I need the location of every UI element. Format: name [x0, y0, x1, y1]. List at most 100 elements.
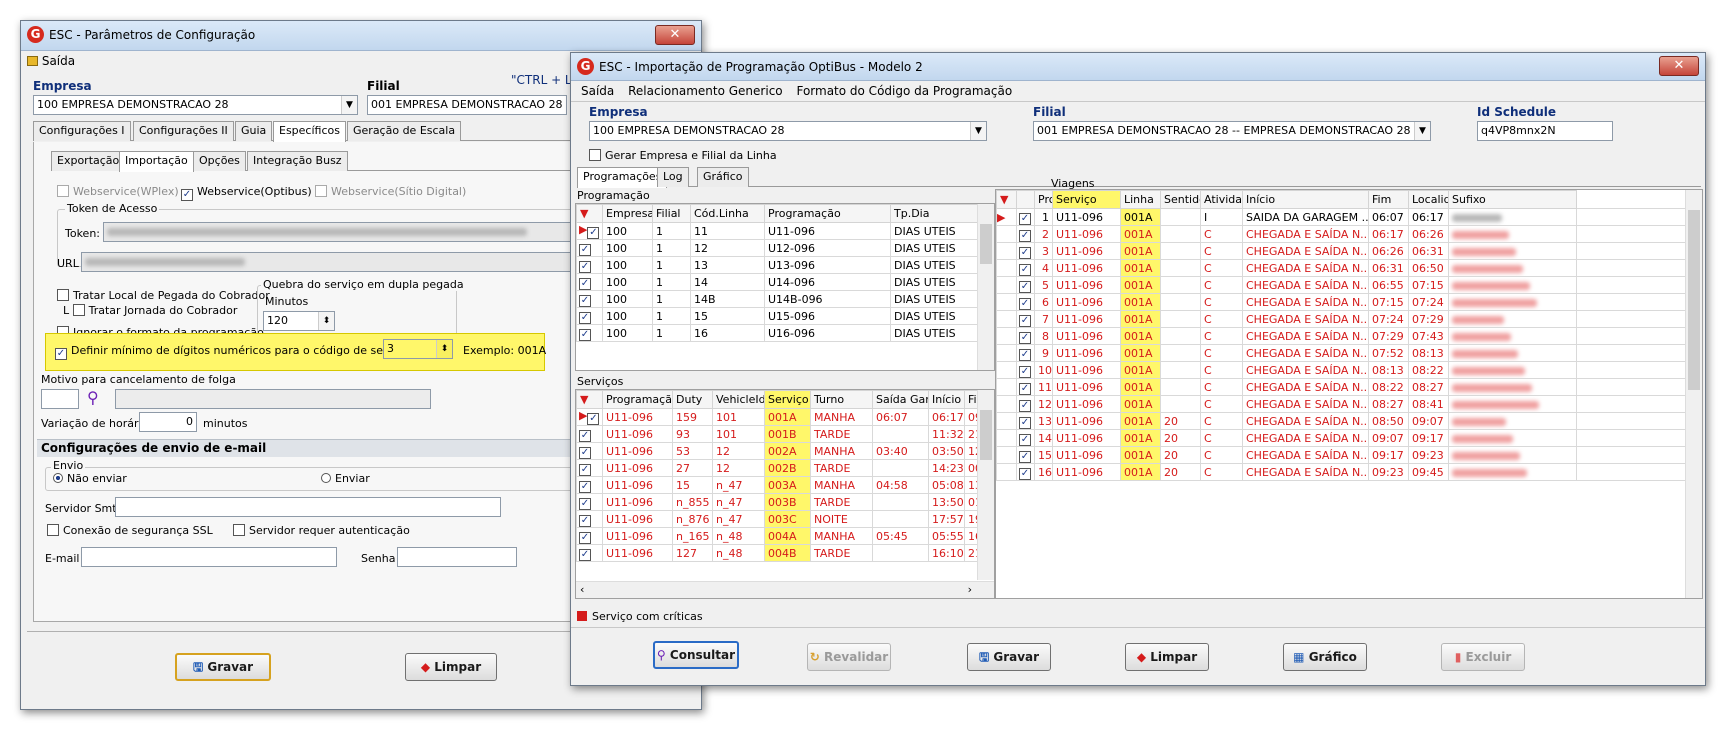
tab-programacoes[interactable]: Programações: [577, 167, 668, 188]
table-row[interactable]: ✓ 3 U11-096 001A C CHEGADA E SAÍDA N... 06:26 0…: [996, 242, 1687, 260]
table-row[interactable]: ✓U11-09693101001BTARDE11:3221:55: [576, 425, 994, 443]
spin-icon[interactable]: ⬍: [436, 340, 452, 358]
table-row[interactable]: ✓U11-096n_165n_48004AMANHA05:4505:5516:0…: [576, 527, 994, 545]
table-row[interactable]: ✓ 13 U11-096 001A 20 C CHEGADA E SAÍDA N... 08:…: [996, 412, 1687, 430]
menu-saida[interactable]: Saída: [581, 84, 614, 98]
prog-header-3[interactable]: Programação: [764, 204, 891, 223]
table-row[interactable]: ✓ 15 U11-096 001A 20 C CHEGADA E SAÍDA N... 09:…: [996, 446, 1687, 464]
tab-guia[interactable]: Guia: [235, 121, 273, 141]
motivo-code-input[interactable]: [41, 389, 79, 409]
digitos-stepper[interactable]: 3 ⬍: [383, 339, 453, 359]
empresa-select[interactable]: 100 EMPRESA DEMONSTRACAO 28 ▼: [589, 121, 987, 141]
minutos-stepper[interactable]: 120 ⬍: [263, 311, 335, 331]
tratar-jornada-checkbox[interactable]: L Tratar Jornada do Cobrador: [63, 304, 237, 317]
row-checkbox[interactable]: ✓: [1016, 259, 1035, 277]
table-row[interactable]: ▶ ✓ 100 1 11 U11-096 DIAS UTEIS: [576, 222, 979, 240]
table-row[interactable]: ✓ 100 1 16 U16-096 DIAS UTEIS: [576, 324, 979, 342]
serv-header-5[interactable]: Saída Gar.: [872, 390, 929, 409]
subtab-importacao[interactable]: Importação: [119, 151, 194, 172]
table-row[interactable]: ✓U11-0962712002BTARDE14:2300:45: [576, 459, 994, 477]
serv-header-0[interactable]: Programação: [602, 390, 673, 409]
tab-especificos[interactable]: Específicos: [273, 121, 346, 142]
row-select[interactable]: ✓: [576, 256, 603, 274]
schedule-input[interactable]: q4VP8mnx2N: [1477, 121, 1613, 141]
table-row[interactable]: ✓ 100 1 15 U15-096 DIAS UTEIS: [576, 307, 979, 325]
table-row[interactable]: ✓U11-096127n_48004BTARDE16:1021:00: [576, 544, 994, 562]
row-checkbox[interactable]: ✓: [1016, 293, 1035, 311]
table-row[interactable]: ✓U11-09615n_47003AMANHA04:5805:0813:40: [576, 476, 994, 494]
serv-header-1[interactable]: Duty: [672, 390, 713, 409]
prog-header-2[interactable]: Cód.Linha: [690, 204, 765, 223]
limpar-button[interactable]: ◆ Limpar: [1125, 643, 1209, 671]
viag-header-6[interactable]: Fim: [1368, 190, 1409, 209]
ssl-checkbox[interactable]: Conexão de segurança SSL: [47, 524, 213, 537]
row-checkbox[interactable]: ✓: [1016, 463, 1035, 481]
serv-header-6[interactable]: Início: [928, 390, 965, 409]
tab-configuracoes-ii[interactable]: Configurações II: [133, 121, 234, 141]
row-checkbox[interactable]: ✓: [1016, 327, 1035, 345]
table-row[interactable]: ✓ 5 U11-096 001A C CHEGADA E SAÍDA N... 06:55 0…: [996, 276, 1687, 294]
row-select[interactable]: ✓: [576, 544, 603, 562]
subtab-opcoes[interactable]: Opções: [193, 151, 246, 171]
nao-enviar-radio[interactable]: Não enviar: [53, 472, 127, 485]
row-checkbox[interactable]: ✓: [1016, 395, 1035, 413]
viag-header-4[interactable]: Atividade: [1200, 190, 1243, 209]
filial-select[interactable]: 001 EMPRESA DEMONSTRACAO 28 -- EMPRESA D…: [1033, 121, 1431, 141]
row-checkbox[interactable]: ✓: [1016, 276, 1035, 294]
table-row[interactable]: ✓ 14 U11-096 001A 20 C CHEGADA E SAÍDA N... 09:…: [996, 429, 1687, 447]
variacao-input[interactable]: 0: [139, 412, 197, 432]
tab-geracao-escala[interactable]: Geração de Escala: [347, 121, 462, 141]
gerar-empresa-checkbox[interactable]: Gerar Empresa e Filial da Linha: [589, 149, 777, 162]
viag-header-1[interactable]: Serviço: [1052, 190, 1121, 209]
limpar-button[interactable]: ◆ Limpar: [405, 653, 497, 681]
serv-header-3[interactable]: Serviço: [764, 390, 811, 409]
excluir-button[interactable]: ▮ Excluir: [1441, 643, 1525, 671]
serv-header-2[interactable]: VehicleId: [712, 390, 765, 409]
servidor-smtp-input[interactable]: [115, 497, 501, 517]
table-row[interactable]: ✓ 4 U11-096 001A C CHEGADA E SAÍDA N... 06:31 0…: [996, 259, 1687, 277]
ws-optibus-checkbox[interactable]: ✓ Webservice(Optibus): [181, 185, 312, 201]
programacao-scrollbar[interactable]: [977, 204, 994, 370]
prog-header-0[interactable]: Empresa: [602, 204, 653, 223]
grafico-button[interactable]: ▦ Gráfico: [1283, 643, 1367, 671]
row-select[interactable]: ✓: [576, 476, 603, 494]
revalidar-button[interactable]: ↻ Revalidar: [807, 643, 891, 671]
row-select[interactable]: ✓: [576, 510, 603, 528]
row-select[interactable]: ✓: [576, 493, 603, 511]
table-row[interactable]: ✓ 100 1 14B U14B-096 DIAS UTEIS: [576, 290, 979, 308]
table-row[interactable]: ✓ 100 1 12 U12-096 DIAS UTEIS: [576, 239, 979, 257]
row-select[interactable]: ✓: [576, 239, 603, 257]
table-row[interactable]: ✓U11-096n_855n_47003BTARDE13:5001:15: [576, 493, 994, 511]
row-select[interactable]: ✓: [576, 290, 603, 308]
prog-header-4[interactable]: Tp.Dia: [890, 204, 979, 223]
row-checkbox[interactable]: ✓: [1016, 446, 1035, 464]
row-checkbox[interactable]: ✓: [1016, 412, 1035, 430]
row-select[interactable]: ✓: [576, 324, 603, 342]
table-row[interactable]: ✓ 100 1 14 U14-096 DIAS UTEIS: [576, 273, 979, 291]
spin-icon[interactable]: ⬍: [318, 312, 334, 330]
viag-header-8[interactable]: Sufixo: [1448, 190, 1577, 209]
table-row[interactable]: ✓U11-096n_876n_47003CNOITE17:5719:00: [576, 510, 994, 528]
ws-wplex-checkbox[interactable]: Webservice(WPlex): [57, 185, 179, 198]
table-row[interactable]: ✓ 2 U11-096 001A C CHEGADA E SAÍDA N... 06:17 0…: [996, 225, 1687, 243]
search-icon[interactable]: ⚲: [87, 388, 99, 407]
row-checkbox[interactable]: ✓: [1016, 344, 1035, 362]
row-select[interactable]: ✓: [576, 442, 603, 460]
menu-formato-codigo[interactable]: Formato do Código da Programação: [796, 84, 1012, 98]
row-checkbox[interactable]: ✓: [1016, 208, 1035, 226]
table-row[interactable]: ✓ 9 U11-096 001A C CHEGADA E SAÍDA N... 07:52 0…: [996, 344, 1687, 362]
table-row[interactable]: ▶✓U11-096159101001AMANHA06:0706:1709:45: [576, 408, 994, 426]
table-row[interactable]: ✓ 16 U11-096 001A 20 C CHEGADA E SAÍDA N... 09:…: [996, 463, 1687, 481]
row-select[interactable]: ✓: [576, 273, 603, 291]
row-checkbox[interactable]: ✓: [1016, 242, 1035, 260]
viag-header-3[interactable]: Sentido: [1160, 190, 1201, 209]
ws-sitio-checkbox[interactable]: Webservice(Sítio Digital): [315, 185, 466, 198]
autenticacao-checkbox[interactable]: Servidor requer autenticação: [233, 524, 410, 537]
table-row[interactable]: ✓ 11 U11-096 001A C CHEGADA E SAÍDA N... 08:22…: [996, 378, 1687, 396]
servicos-hscrollbar[interactable]: ‹ ›: [576, 581, 994, 598]
tab-configuracoes-i[interactable]: Configurações I: [33, 121, 131, 141]
email-input[interactable]: [81, 547, 337, 567]
row-checkbox[interactable]: ✓: [1016, 225, 1035, 243]
table-row[interactable]: ✓ 12 U11-096 001A C CHEGADA E SAÍDA N... 08:27…: [996, 395, 1687, 413]
definir-minimo-checkbox[interactable]: ✓ Definir mínimo de dígitos numéricos par…: [55, 344, 410, 360]
